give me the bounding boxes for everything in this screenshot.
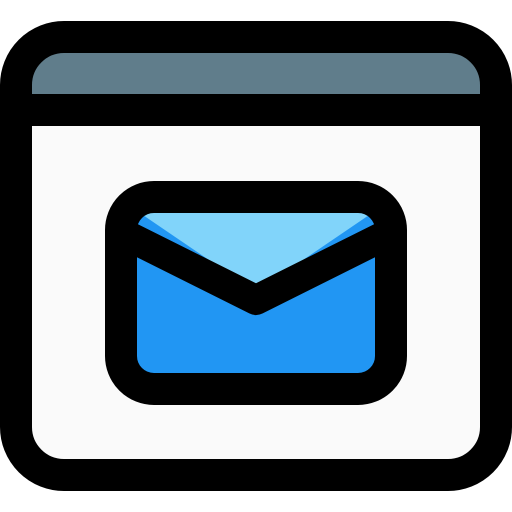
browser-email-icon — [0, 0, 512, 512]
browser-email-graphic — [0, 21, 512, 491]
